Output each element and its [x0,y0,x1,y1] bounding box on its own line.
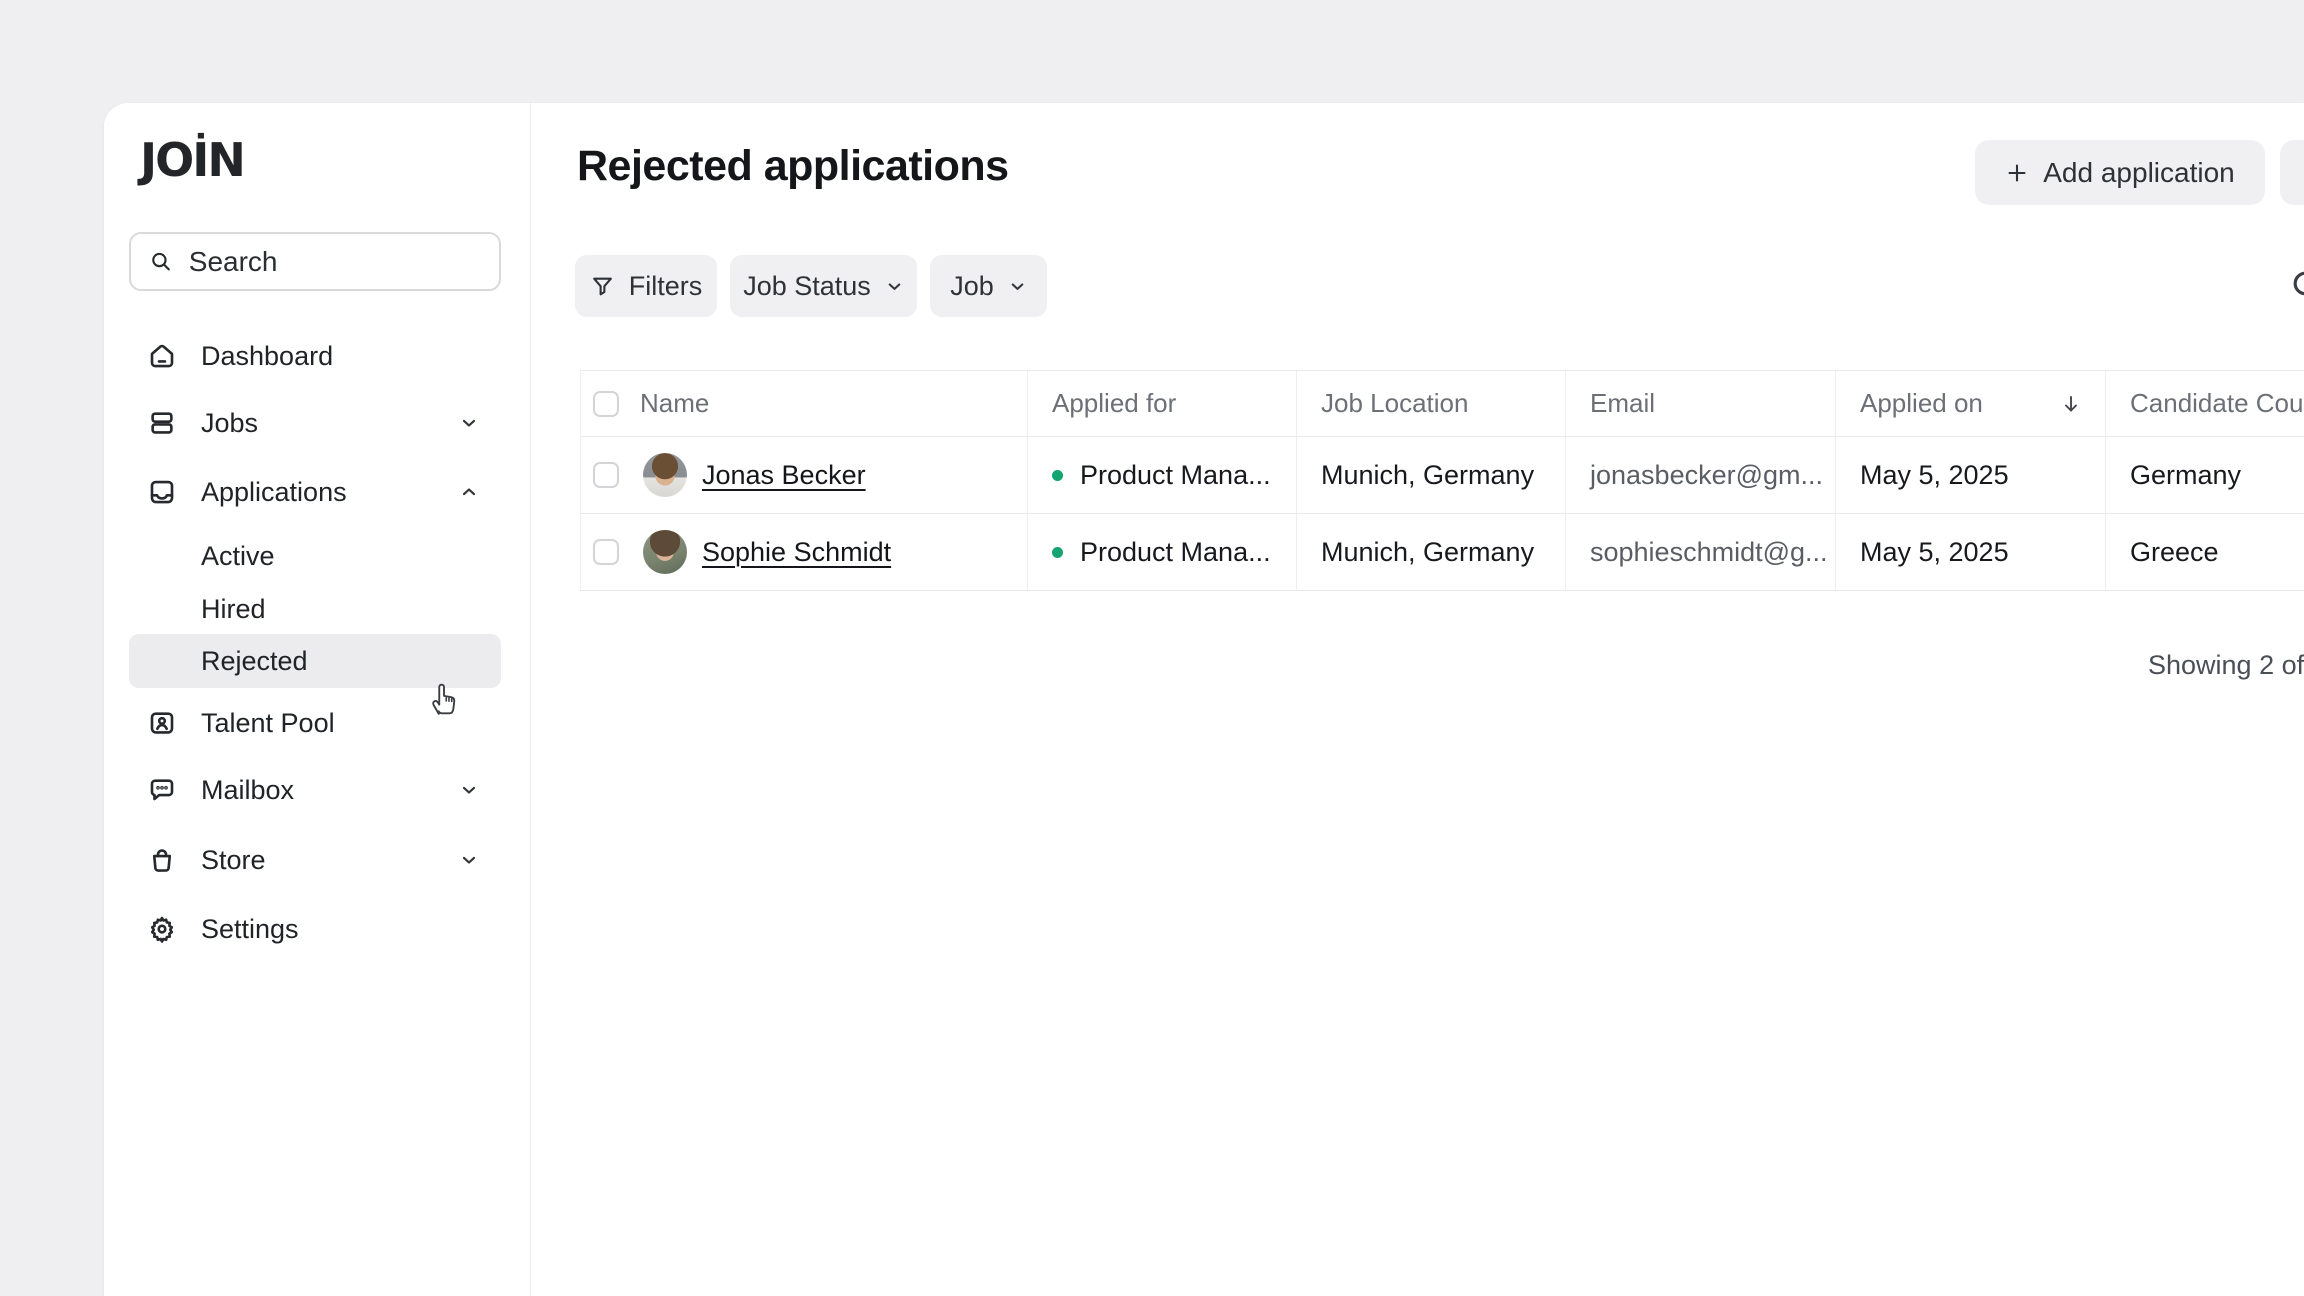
sidebar-item-store[interactable]: Store [129,833,501,887]
store-icon [147,845,177,875]
sort-descending-icon[interactable] [2059,392,2083,416]
chevron-down-icon [459,780,479,800]
add-application-label: Add application [2043,157,2234,189]
column-header-applied-on[interactable]: Applied on [1860,388,1983,419]
applied-for-value: Product Mana... [1080,537,1271,568]
search-icon [2288,266,2304,306]
job-status-label: Job Status [743,271,871,302]
email-value: sophieschmidt@g... [1590,537,1828,568]
sidebar-item-jobs[interactable]: Jobs [129,396,501,450]
applications-table: Name Applied for Job Location Email Appl… [580,370,2304,591]
applied-on-value: May 5, 2025 [1860,460,2009,491]
applications-icon [147,477,177,507]
column-header-candidate-country[interactable]: Candidate Country [2130,388,2304,419]
chevron-down-icon [885,277,904,296]
sidebar-item-label: Dashboard [201,341,333,372]
job-location-value: Munich, Germany [1321,460,1534,491]
job-status-dot [1052,547,1063,558]
applied-for-value: Product Mana... [1080,460,1271,491]
candidate-country-value: Greece [2130,537,2219,568]
candidate-name-link[interactable]: Jonas Becker [702,460,866,491]
mouse-cursor-hand-icon [428,678,458,721]
table-row[interactable]: Sophie Schmidt Product Mana... Munich, G… [580,514,2304,591]
sidebar-item-label: Store [201,845,266,876]
plus-icon [2005,161,2029,185]
table-header-row: Name Applied for Job Location Email Appl… [580,370,2304,437]
sidebar-item-label: Settings [201,914,299,945]
sidebar-item-mailbox[interactable]: Mailbox [129,763,501,817]
sidebar-item-label: Talent Pool [201,708,335,739]
column-header-name[interactable]: Name [640,388,709,419]
join-logo: JOİN [140,133,244,187]
select-all-checkbox[interactable] [593,391,619,417]
chevron-up-icon [459,482,479,502]
showing-count-label: Showing 2 of [2148,650,2304,681]
sidebar-item-hired[interactable]: Hired [129,585,501,633]
job-status-dot [1052,470,1063,481]
home-icon [147,341,177,371]
search-icon [149,248,173,275]
filters-label: Filters [629,271,703,302]
filter-funnel-icon [590,274,615,299]
candidate-name-link[interactable]: Sophie Schmidt [702,537,891,568]
column-header-email[interactable]: Email [1590,388,1655,419]
row-checkbox[interactable] [593,539,619,565]
sidebar-item-dashboard[interactable]: Dashboard [129,329,501,383]
page-title: Rejected applications [577,142,1009,191]
sidebar-item-label: Rejected [201,646,308,677]
chevron-down-icon [1008,277,1027,296]
job-location-value: Munich, Germany [1321,537,1534,568]
sidebar-item-label: Mailbox [201,775,294,806]
sidebar-item-label: Hired [201,594,266,625]
sidebar-item-active[interactable]: Active [129,532,501,580]
add-application-button[interactable]: Add application [1975,140,2265,205]
applied-on-value: May 5, 2025 [1860,537,2009,568]
avatar [643,453,687,497]
candidate-country-value: Germany [2130,460,2241,491]
jobs-icon [147,408,177,438]
secondary-action-button[interactable] [2280,140,2304,205]
filters-button[interactable]: Filters [575,255,717,317]
job-dropdown[interactable]: Job [930,255,1047,317]
sidebar-item-label: Jobs [201,408,258,439]
job-status-dropdown[interactable]: Job Status [730,255,917,317]
email-value: jonasbecker@gm... [1590,460,1823,491]
search-input[interactable] [189,246,481,278]
sidebar-item-label: Applications [201,477,347,508]
chevron-down-icon [459,413,479,433]
sidebar: JOİN Dashboard Jobs Applications Active … [104,103,531,1296]
job-label: Job [950,271,994,302]
settings-icon [147,914,177,944]
talent-pool-icon [147,708,177,738]
mailbox-icon [147,775,177,805]
sidebar-item-settings[interactable]: Settings [129,902,501,956]
sidebar-search[interactable] [129,232,501,291]
table-search-button[interactable] [2288,266,2304,311]
sidebar-item-applications[interactable]: Applications [129,465,501,519]
sidebar-item-label: Active [201,541,275,572]
chevron-down-icon [459,850,479,870]
avatar [643,530,687,574]
column-header-job-location[interactable]: Job Location [1321,388,1468,419]
table-row[interactable]: Jonas Becker Product Mana... Munich, Ger… [580,437,2304,514]
column-header-applied-for[interactable]: Applied for [1052,388,1176,419]
row-checkbox[interactable] [593,462,619,488]
